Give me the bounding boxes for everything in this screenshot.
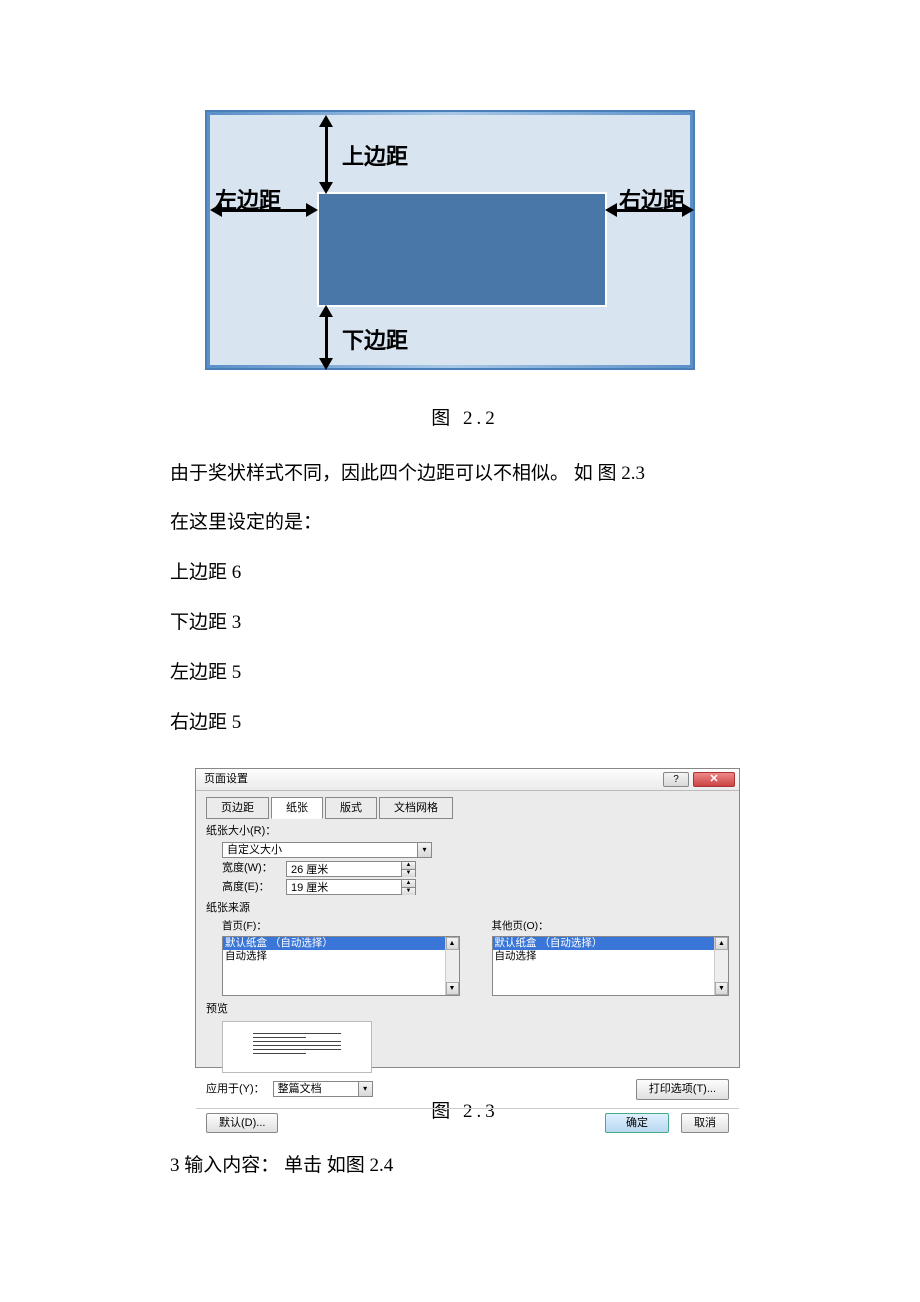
tab-grid[interactable]: 文档网格 bbox=[379, 797, 453, 820]
right-margin-label: 右边距 bbox=[619, 184, 685, 217]
arrow-head bbox=[605, 203, 617, 217]
content-rect bbox=[317, 192, 607, 307]
arrow-head bbox=[319, 358, 333, 370]
scroll-down-icon[interactable]: ▼ bbox=[715, 982, 728, 995]
help-button[interactable]: ? bbox=[663, 772, 689, 787]
first-page-label: 首页(F)： bbox=[222, 919, 460, 935]
width-spinner[interactable]: 26 厘米 ▲▼ bbox=[286, 861, 416, 877]
tab-paper[interactable]: 纸张 bbox=[271, 797, 323, 820]
apply-to-value: 整篇文档 bbox=[274, 1081, 358, 1098]
p-top-margin: 上边距 6 bbox=[170, 553, 760, 593]
spin-up-icon[interactable]: ▲ bbox=[402, 880, 415, 888]
spin-down-icon[interactable]: ▼ bbox=[402, 888, 415, 895]
preview-line bbox=[253, 1053, 306, 1054]
bottom-arrow-line bbox=[325, 310, 328, 364]
height-value: 19 厘米 bbox=[287, 880, 401, 894]
titlebar-buttons: ? ✕ bbox=[663, 772, 739, 787]
list-item[interactable]: 自动选择 bbox=[493, 950, 729, 963]
arrow-head bbox=[306, 203, 318, 217]
close-button[interactable]: ✕ bbox=[693, 772, 735, 787]
apply-to-label: 应用于(Y)： bbox=[206, 1081, 265, 1098]
body-text: 由于奖状样式不同，因此四个边距可以不相似。 如 图 2.3 在这里设定的是： 上… bbox=[170, 454, 760, 743]
preview-line bbox=[253, 1045, 341, 1046]
page-setup-dialog: 页面设置 ? ✕ 页边距 纸张 版式 文档网格 纸张大小(R)： 自定义大小 ▾… bbox=[195, 768, 740, 1068]
width-label: 宽度(W)： bbox=[222, 860, 280, 877]
scroll-up-icon[interactable]: ▲ bbox=[715, 937, 728, 950]
spin-down-icon[interactable]: ▼ bbox=[402, 870, 415, 877]
preview-box bbox=[222, 1021, 372, 1073]
cancel-button[interactable]: 取消 bbox=[681, 1113, 729, 1134]
step3-text: 3 输入内容： 单击 如图 2.4 bbox=[170, 1146, 760, 1186]
paper-size-combo[interactable]: 自定义大小 ▾ bbox=[222, 842, 432, 858]
bottom-margin-label: 下边距 bbox=[342, 324, 408, 357]
preview-line bbox=[253, 1033, 341, 1034]
default-button[interactable]: 默认(D)... bbox=[206, 1113, 278, 1134]
tab-margins[interactable]: 页边距 bbox=[206, 797, 269, 820]
preview-label: 预览 bbox=[206, 1001, 729, 1018]
other-pages-listbox[interactable]: 默认纸盒 （自动选择） 自动选择 ▲▼ bbox=[492, 936, 730, 996]
p-bottom-margin: 下边距 3 bbox=[170, 603, 760, 643]
arrow-head bbox=[319, 115, 333, 127]
scroll-up-icon[interactable]: ▲ bbox=[446, 937, 459, 950]
top-arrow-line bbox=[325, 120, 328, 188]
spin-up-icon[interactable]: ▲ bbox=[402, 862, 415, 870]
dialog-title: 页面设置 bbox=[204, 771, 248, 788]
print-options-button[interactable]: 打印选项(T)... bbox=[636, 1079, 729, 1100]
other-pages-label: 其他页(O)： bbox=[492, 919, 730, 935]
height-spinner[interactable]: 19 厘米 ▲▼ bbox=[286, 879, 416, 895]
list-item[interactable]: 默认纸盒 （自动选择） bbox=[493, 937, 729, 950]
paper-size-label: 纸张大小(R)： bbox=[206, 823, 729, 840]
p-left-margin: 左边距 5 bbox=[170, 653, 760, 693]
scrollbar[interactable]: ▲▼ bbox=[714, 937, 728, 995]
arrow-head bbox=[319, 182, 333, 194]
margin-diagram: 上边距 下边距 左边距 右边距 bbox=[205, 110, 695, 370]
top-margin-label: 上边距 bbox=[342, 140, 408, 173]
arrow-head bbox=[319, 305, 333, 317]
ok-button[interactable]: 确定 bbox=[605, 1113, 669, 1134]
paper-size-value: 自定义大小 bbox=[223, 842, 417, 859]
width-value: 26 厘米 bbox=[287, 862, 401, 876]
chevron-down-icon: ▾ bbox=[417, 843, 431, 857]
preview-line bbox=[253, 1041, 341, 1042]
list-item[interactable]: 默认纸盒 （自动选择） bbox=[223, 937, 459, 950]
titlebar: 页面设置 ? ✕ bbox=[196, 769, 739, 791]
p-note: 由于奖状样式不同，因此四个边距可以不相似。 如 图 2.3 bbox=[170, 454, 760, 494]
preview-line bbox=[253, 1037, 306, 1038]
chevron-down-icon: ▾ bbox=[358, 1082, 372, 1096]
p-settings-intro: 在这里设定的是： bbox=[170, 503, 760, 543]
preview-line bbox=[253, 1049, 341, 1050]
p-right-margin: 右边距 5 bbox=[170, 703, 760, 743]
left-margin-label: 左边距 bbox=[215, 184, 281, 217]
apply-to-combo[interactable]: 整篇文档 ▾ bbox=[273, 1081, 373, 1097]
first-page-listbox[interactable]: 默认纸盒 （自动选择） 自动选择 ▲▼ bbox=[222, 936, 460, 996]
height-label: 高度(E)： bbox=[222, 879, 280, 896]
paper-source-label: 纸张来源 bbox=[206, 900, 729, 917]
list-item[interactable]: 自动选择 bbox=[223, 950, 459, 963]
fig22-caption: 图 2.2 bbox=[170, 405, 760, 434]
scroll-down-icon[interactable]: ▼ bbox=[446, 982, 459, 995]
tabs: 页边距 纸张 版式 文档网格 bbox=[206, 797, 729, 820]
tab-layout[interactable]: 版式 bbox=[325, 797, 377, 820]
scrollbar[interactable]: ▲▼ bbox=[445, 937, 459, 995]
